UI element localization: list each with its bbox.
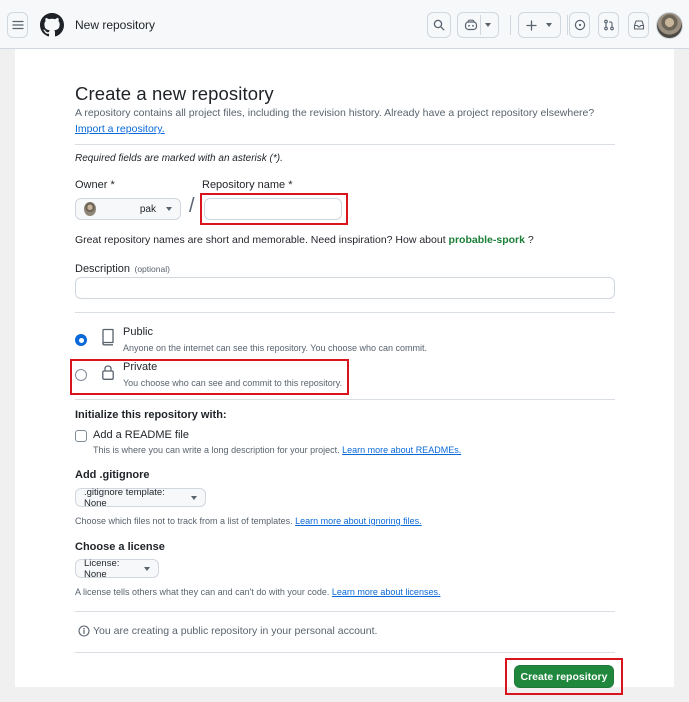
gitignore-learn-more-link[interactable]: Learn more about ignoring files. (295, 516, 422, 526)
license-heading: Choose a license (75, 541, 165, 553)
description-input[interactable] (75, 277, 615, 299)
public-description: Anyone on the internet can see this repo… (123, 343, 428, 353)
visibility-notice: You are creating a public repository in … (93, 625, 378, 637)
owner-avatar (84, 202, 96, 216)
license-select-label: License: None (84, 557, 120, 580)
chevron-down-icon (485, 23, 491, 27)
initialize-heading: Initialize this repository with: (75, 409, 227, 421)
copilot-button[interactable] (457, 12, 499, 38)
gitignore-heading: Add .gitignore (75, 469, 150, 481)
license-description: A license tells others what they can and… (75, 587, 441, 597)
readme-checkbox[interactable] (75, 430, 87, 442)
inspiration-text: Great repository names are short and mem… (75, 234, 534, 246)
owner-repo-separator: / (189, 195, 195, 217)
private-label: Private (123, 361, 158, 373)
create-repository-button[interactable]: Create repository (514, 665, 614, 688)
owner-label: Owner * (75, 179, 115, 191)
divider (75, 652, 615, 653)
license-select[interactable]: License: None (75, 557, 159, 580)
chevron-down-icon (191, 495, 197, 500)
chevron-down-icon (144, 566, 150, 571)
search-button[interactable] (427, 12, 451, 38)
new-repository-form: Create a new repository A repository con… (15, 49, 674, 695)
owner-value: pak (139, 203, 156, 215)
pull-requests-button[interactable] (598, 12, 619, 38)
repository-name-label: Repository name * (202, 179, 293, 191)
suggested-name[interactable]: probable-spork (449, 234, 525, 246)
private-radio[interactable] (75, 369, 87, 381)
search-icon (433, 19, 445, 31)
import-repository-link[interactable]: Import a repository. (75, 123, 165, 135)
info-icon (78, 625, 90, 637)
menu-button[interactable] (7, 12, 28, 38)
create-new-button[interactable] (518, 12, 561, 38)
readme-learn-more-link[interactable]: Learn more about READMEs. (342, 445, 461, 455)
inbox-button[interactable] (628, 12, 649, 38)
required-note: Required fields are marked with an aster… (75, 153, 283, 164)
chevron-down-icon (546, 23, 552, 27)
divider (75, 312, 615, 313)
app-header: New repository (0, 0, 689, 49)
readme-description: This is where you can write a long descr… (93, 445, 462, 455)
description-label: Description (optional) (75, 263, 170, 275)
lock-icon (102, 365, 114, 380)
user-avatar[interactable] (656, 12, 683, 39)
public-label: Public (123, 326, 153, 338)
gitignore-select-label: .gitignore template: None (84, 486, 165, 509)
chevron-down-icon (166, 207, 172, 211)
divider (75, 611, 615, 612)
copilot-icon (464, 19, 478, 31)
form-intro: A repository contains all project files,… (75, 107, 595, 119)
inbox-icon (633, 20, 644, 30)
issues-button[interactable] (569, 12, 590, 38)
pull-requests-icon (603, 19, 614, 31)
plus-icon (526, 19, 537, 31)
owner-select[interactable]: pak (75, 198, 181, 220)
gitignore-description: Choose which files not to track from a l… (75, 516, 422, 526)
readme-label: Add a README file (93, 429, 189, 441)
private-description: You choose who can see and commit to thi… (123, 378, 343, 388)
gitignore-select[interactable]: .gitignore template: None (75, 486, 206, 509)
divider (75, 144, 615, 145)
github-logo-icon[interactable] (40, 13, 64, 37)
page-title: New repository (75, 18, 156, 32)
divider (75, 399, 615, 400)
license-learn-more-link[interactable]: Learn more about licenses. (332, 587, 441, 597)
repo-book-icon (102, 328, 114, 346)
repository-name-input[interactable] (204, 198, 342, 220)
public-radio[interactable] (75, 334, 87, 346)
form-heading: Create a new repository (75, 83, 274, 104)
issues-icon (574, 19, 585, 31)
hamburger-icon (11, 20, 24, 30)
